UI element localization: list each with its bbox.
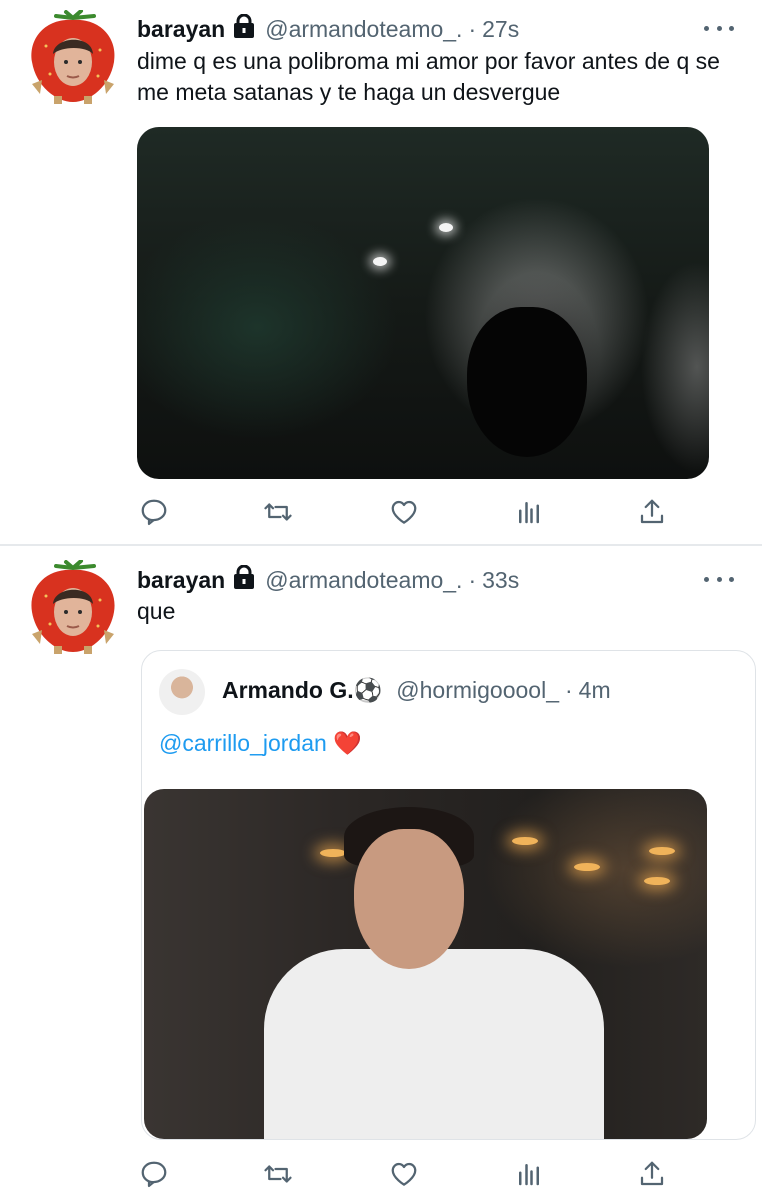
display-name[interactable]: barayan bbox=[137, 567, 225, 594]
tweet-header: barayan @armandoteamo_. · 33s bbox=[137, 563, 519, 597]
separator: · bbox=[564, 677, 573, 703]
reply-icon[interactable] bbox=[137, 1158, 171, 1190]
quoted-display-name[interactable]: Armando G. bbox=[222, 677, 354, 704]
quoted-timestamp[interactable]: 4m bbox=[579, 677, 611, 704]
more-icon[interactable] bbox=[704, 569, 734, 589]
handle[interactable]: @armandoteamo_. bbox=[265, 16, 462, 43]
quoted-header: Armando G. ⚽ @hormigooool_ · 4m bbox=[222, 677, 611, 704]
lock-icon bbox=[233, 564, 255, 595]
tweet[interactable]: barayan @armandoteamo_. · 33s que Armand… bbox=[0, 546, 762, 1200]
quoted-handle[interactable]: @hormigooool_ bbox=[396, 677, 559, 704]
quoted-tweet[interactable]: Armando G. ⚽ @hormigooool_ · 4m @carrill… bbox=[141, 650, 756, 1140]
analytics-icon[interactable] bbox=[512, 496, 546, 528]
like-icon[interactable] bbox=[387, 496, 421, 528]
tweet-image[interactable] bbox=[137, 127, 709, 479]
timestamp[interactable]: 33s bbox=[482, 567, 519, 594]
retweet-icon[interactable] bbox=[261, 496, 295, 528]
quoted-text: @carrillo_jordan ❤️ bbox=[159, 728, 362, 759]
tweet-actions bbox=[137, 1158, 682, 1190]
more-icon[interactable] bbox=[704, 18, 734, 38]
tweet-header: barayan @armandoteamo_. · 27s bbox=[137, 12, 519, 46]
soccer-ball-emoji: ⚽ bbox=[353, 677, 383, 703]
retweet-icon[interactable] bbox=[261, 1158, 295, 1190]
tweet[interactable]: barayan @armandoteamo_. · 27s dime q es … bbox=[0, 0, 762, 545]
share-icon[interactable] bbox=[635, 496, 669, 528]
tweet-text: dime q es una polibroma mi amor por favo… bbox=[137, 48, 720, 105]
analytics-icon[interactable] bbox=[512, 1158, 546, 1190]
lock-icon bbox=[233, 13, 255, 44]
separator: · bbox=[468, 15, 477, 42]
heart-emoji: ❤️ bbox=[333, 730, 362, 756]
mention-link[interactable]: @carrillo_jordan bbox=[159, 730, 327, 756]
tweet-text: que bbox=[137, 598, 176, 624]
handle[interactable]: @armandoteamo_. bbox=[265, 567, 462, 594]
avatar[interactable] bbox=[26, 559, 120, 654]
tweet-actions bbox=[137, 496, 682, 528]
separator: · bbox=[468, 566, 477, 593]
quoted-avatar[interactable] bbox=[159, 669, 205, 715]
quoted-image[interactable] bbox=[144, 789, 707, 1139]
timestamp[interactable]: 27s bbox=[482, 16, 519, 43]
share-icon[interactable] bbox=[635, 1158, 669, 1190]
reply-icon[interactable] bbox=[137, 496, 171, 528]
display-name[interactable]: barayan bbox=[137, 16, 225, 43]
avatar[interactable] bbox=[26, 9, 120, 104]
like-icon[interactable] bbox=[387, 1158, 421, 1190]
